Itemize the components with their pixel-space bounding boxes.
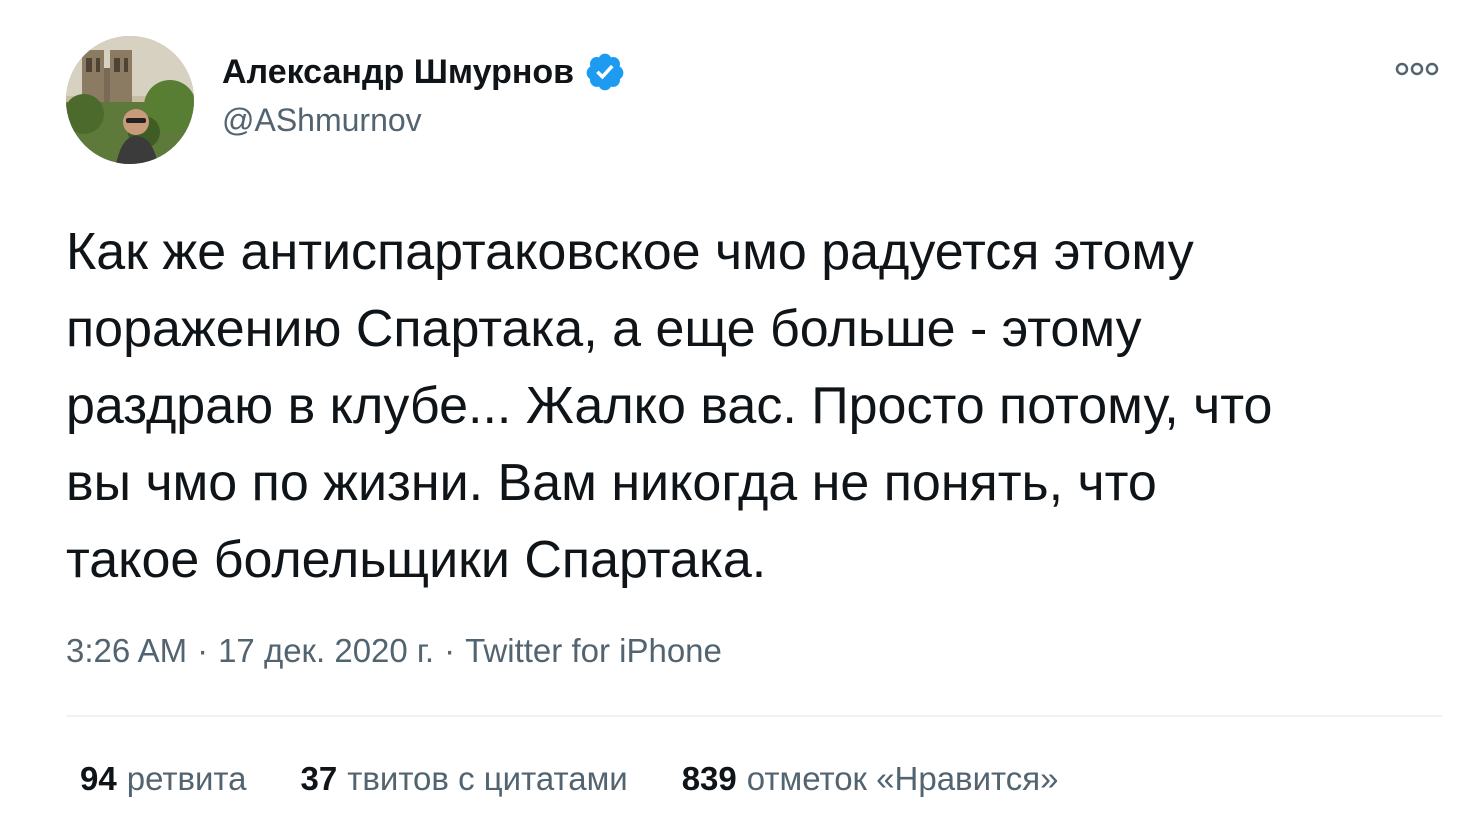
- author-name-row: Александр Шмурнов: [222, 50, 626, 94]
- meta-separator: ·: [197, 632, 209, 669]
- likes-count: 839: [681, 760, 737, 797]
- divider: [66, 715, 1442, 717]
- likes-label: отметок «Нравится»: [746, 760, 1059, 797]
- more-options-icon[interactable]: [1394, 58, 1440, 80]
- author-handle[interactable]: @AShmurnov: [222, 102, 422, 139]
- tweet-date[interactable]: 17 дек. 2020 г.: [218, 632, 434, 670]
- tweet-meta: 3:26 AM · 17 дек. 2020 г. · Twitter for …: [66, 632, 722, 670]
- quote-tweets-label: твитов с цитатами: [347, 760, 628, 797]
- avatar[interactable]: [66, 36, 194, 164]
- quote-tweets-stat[interactable]: 37 твитов с цитатами: [301, 760, 628, 798]
- profile-photo: [66, 36, 194, 164]
- meta-separator: ·: [444, 632, 456, 669]
- tweet-text: Как же антиспартаковское чмо радуется эт…: [66, 223, 1273, 589]
- verified-badge-icon: [584, 51, 626, 93]
- likes-stat[interactable]: 839 отметок «Нравится»: [682, 760, 1059, 798]
- tweet-time[interactable]: 3:26 AM: [66, 632, 187, 670]
- tweet-stats: 94 ретвита 37 твитов с цитатами 839 отме…: [80, 760, 1058, 798]
- quote-tweets-count: 37: [300, 760, 338, 797]
- tweet-card: Александр Шмурнов @AShmurnov Как же анти…: [0, 0, 1460, 837]
- retweets-count: 94: [80, 760, 117, 797]
- tweet-source[interactable]: Twitter for iPhone: [465, 632, 722, 670]
- retweets-label: ретвита: [126, 760, 247, 797]
- retweets-stat[interactable]: 94 ретвита: [80, 760, 247, 798]
- author-display-name[interactable]: Александр Шмурнов: [222, 53, 574, 92]
